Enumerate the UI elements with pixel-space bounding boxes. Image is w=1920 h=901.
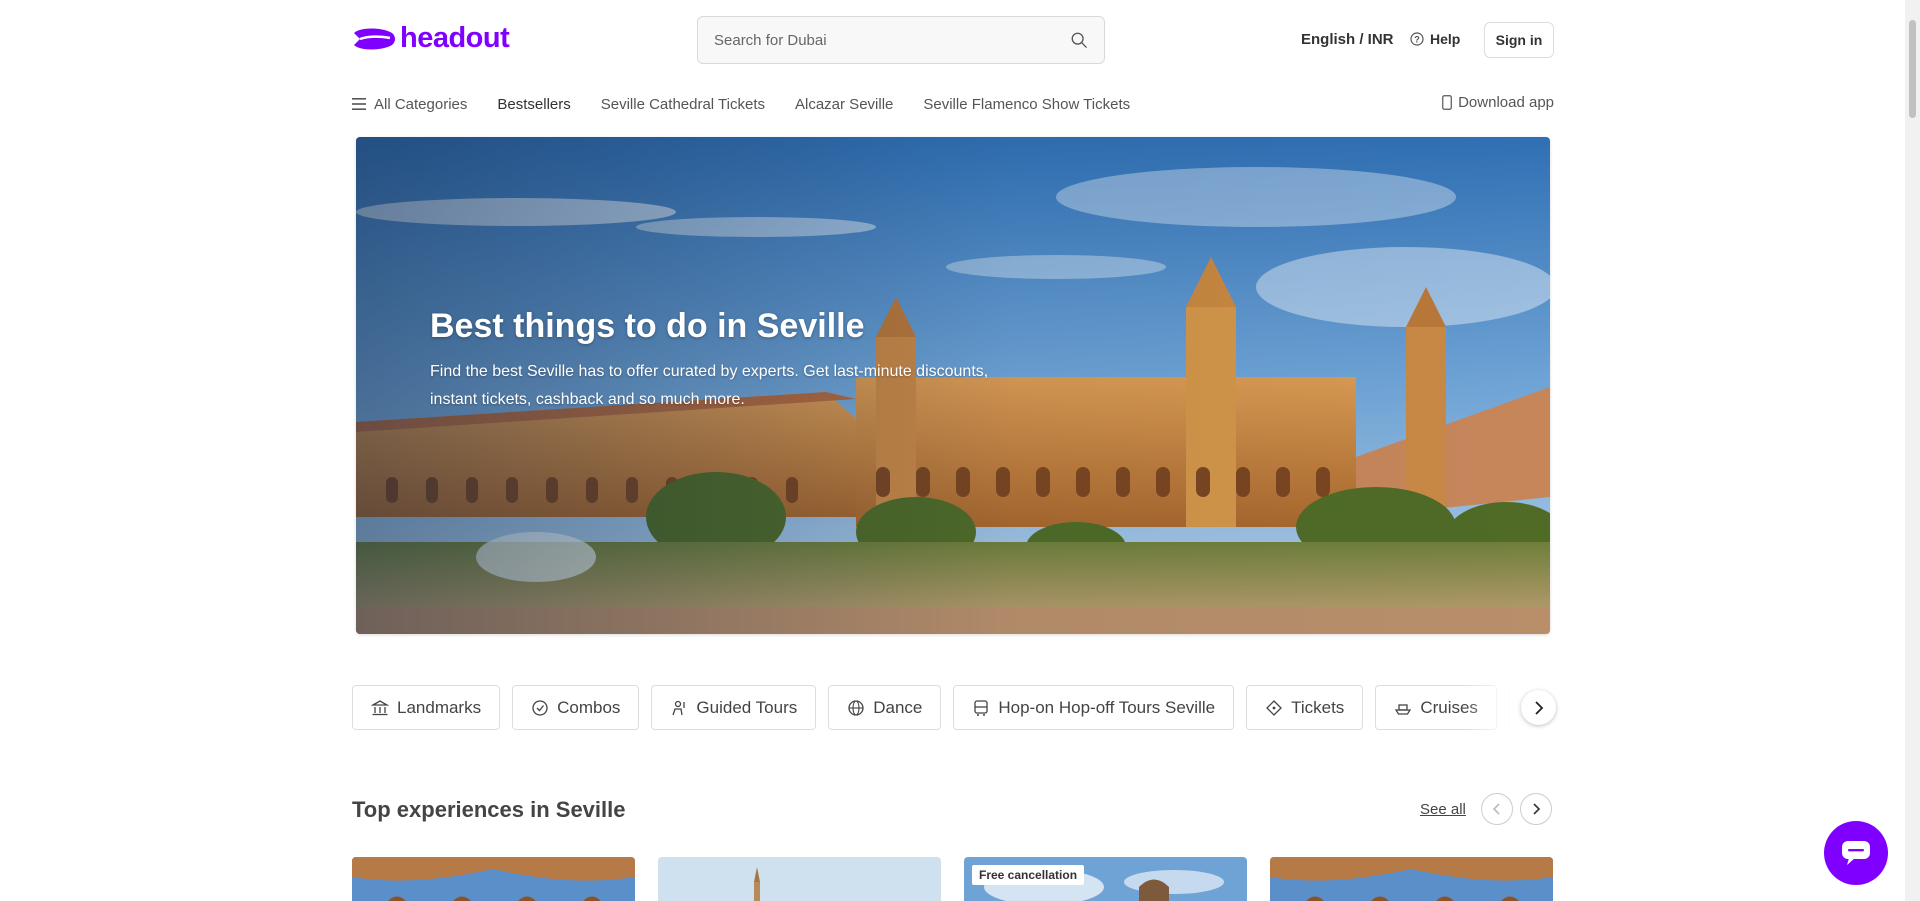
- headout-logo[interactable]: headout: [352, 22, 510, 55]
- hero-subtitle-line-2: instant tickets, cashback and so much mo…: [430, 391, 745, 408]
- alcazar-courtyard-image: [352, 857, 635, 901]
- chip-combos[interactable]: Combos: [512, 685, 640, 730]
- hero-text: Best things to do in Seville Find the be…: [430, 307, 1050, 414]
- category-chips: Landmarks Combos Guided Tours Dance Hop-…: [352, 685, 1554, 730]
- chips-next-button[interactable]: [1521, 690, 1556, 725]
- chip-label: Combos: [557, 697, 621, 717]
- download-app-link[interactable]: Download app: [1442, 94, 1554, 111]
- combo-icon: [532, 699, 548, 716]
- chip-label: Landmarks: [397, 697, 482, 717]
- chip-label: Guided Tours: [696, 697, 798, 717]
- chip-label: Dance: [873, 697, 923, 717]
- carousel-prev-button[interactable]: [1481, 793, 1513, 825]
- experience-card[interactable]: [1270, 857, 1553, 901]
- hero-banner: Best things to do in Seville Find the be…: [356, 137, 1550, 634]
- chevron-left-icon: [1492, 803, 1500, 815]
- help-link[interactable]: ? Help: [1410, 31, 1460, 47]
- all-categories-label: All Categories: [374, 95, 468, 113]
- blimp-icon: [354, 28, 395, 49]
- landmark-icon: [371, 699, 389, 715]
- all-categories-menu[interactable]: All Categories: [352, 96, 467, 113]
- nav-item-alcazar[interactable]: Alcazar Seville: [795, 96, 893, 113]
- chip-guided-tours[interactable]: Guided Tours: [651, 685, 817, 730]
- experience-card[interactable]: Free cancellation: [964, 857, 1247, 901]
- chevron-right-icon: [1534, 700, 1543, 715]
- experience-card[interactable]: [658, 857, 941, 901]
- section-title: Top experiences in Seville: [352, 797, 626, 822]
- hamburger-icon: [352, 98, 366, 110]
- phone-icon: [1442, 95, 1452, 110]
- chat-icon: [1842, 841, 1870, 865]
- chat-button[interactable]: [1824, 821, 1888, 885]
- hero-title: Best things to do in Seville: [430, 307, 865, 345]
- chip-label: Tickets: [1291, 697, 1345, 717]
- experience-cards: Free cancellation: [352, 857, 1554, 901]
- nav-item-bestsellers[interactable]: Bestsellers: [497, 96, 570, 113]
- search-placeholder: Search for Dubai: [714, 31, 827, 49]
- ticket-icon: [1266, 699, 1283, 716]
- help-icon: ?: [1410, 32, 1424, 46]
- chip-dance[interactable]: Dance: [828, 685, 942, 730]
- chip-hop-on-hop-off[interactable]: Hop-on Hop-off Tours Seville: [953, 685, 1235, 730]
- language-currency-selector[interactable]: English / INR: [1301, 31, 1394, 48]
- help-label: Help: [1430, 31, 1461, 47]
- bus-icon: [974, 699, 989, 716]
- free-cancellation-badge: Free cancellation: [972, 865, 1085, 885]
- search-input[interactable]: Search for Dubai: [697, 16, 1105, 64]
- hero-subtitle-line-1: Find the best Seville has to offer curat…: [430, 363, 989, 380]
- category-nav: All Categories Bestsellers Seville Cathe…: [352, 92, 1554, 116]
- nav-item-seville-cathedral[interactable]: Seville Cathedral Tickets: [601, 96, 765, 113]
- experience-card[interactable]: [352, 857, 635, 901]
- chip-label: Hop-on Hop-off Tours Seville: [998, 697, 1216, 717]
- chip-landmarks[interactable]: Landmarks: [352, 685, 501, 730]
- carousel-next-button[interactable]: [1520, 793, 1552, 825]
- boat-icon: [1395, 703, 1412, 715]
- see-all-link[interactable]: See all: [1420, 801, 1466, 818]
- sign-in-button[interactable]: Sign in: [1484, 22, 1554, 58]
- alcazar-courtyard-image: [1270, 857, 1553, 901]
- page-scrollbar[interactable]: [1905, 0, 1920, 901]
- guide-icon: [672, 700, 686, 715]
- chip-tickets[interactable]: Tickets: [1246, 685, 1364, 730]
- logo-text: headout: [400, 22, 510, 54]
- nav-item-flamenco[interactable]: Seville Flamenco Show Tickets: [923, 96, 1130, 113]
- scrollbar-thumb[interactable]: [1909, 20, 1916, 118]
- cathedral-image: [658, 857, 941, 901]
- hero-subtitle: Find the best Seville has to offer curat…: [430, 358, 1050, 414]
- globe-icon: [848, 699, 864, 716]
- search-icon[interactable]: [1070, 31, 1088, 49]
- header: headout Search for Dubai English / INR ?…: [0, 0, 1920, 80]
- chevron-right-icon: [1533, 803, 1541, 815]
- svg-text:?: ?: [1414, 34, 1420, 44]
- download-app-label: Download app: [1458, 94, 1554, 111]
